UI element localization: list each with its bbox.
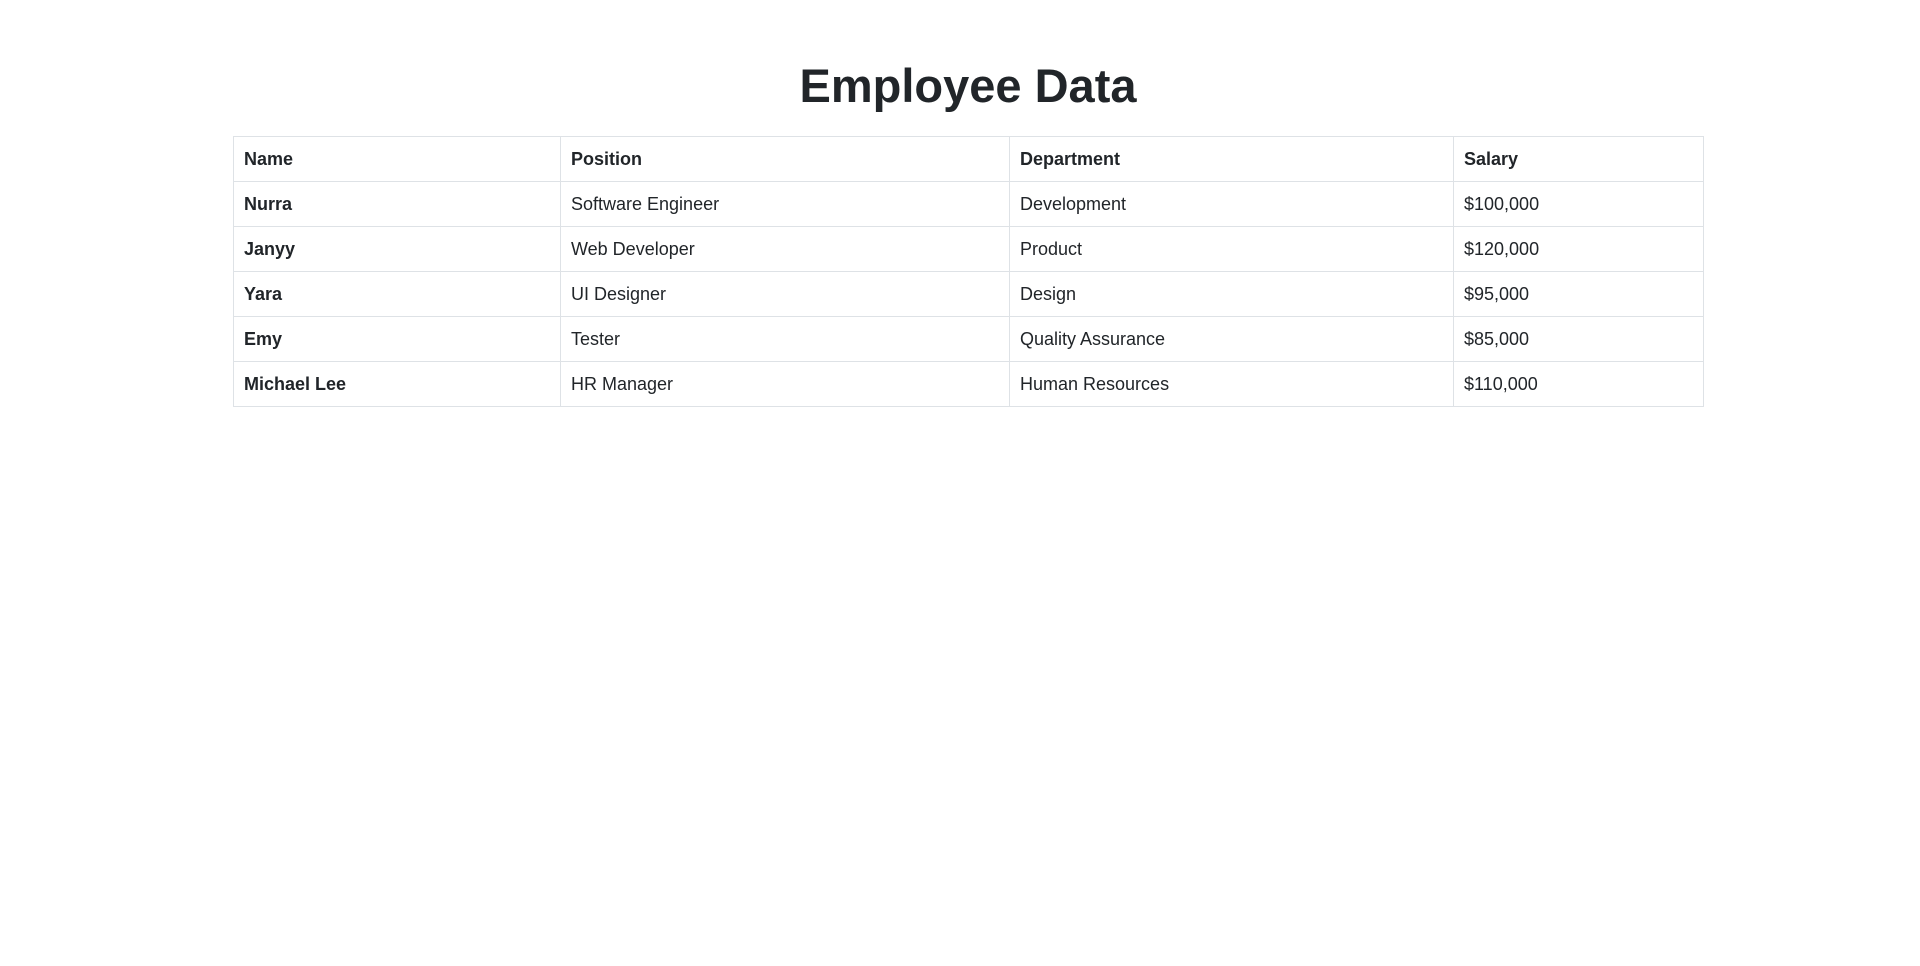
column-header-salary: Salary: [1453, 136, 1704, 182]
cell-department: Development: [1009, 181, 1454, 227]
cell-department: Quality Assurance: [1009, 316, 1454, 362]
table-row: Janyy Web Developer Product $120,000: [233, 226, 1704, 272]
employee-table-container: Name Position Department Salary Nurra So…: [233, 136, 1704, 407]
cell-department: Design: [1009, 271, 1454, 317]
column-header-department: Department: [1009, 136, 1454, 182]
table-row: Yara UI Designer Design $95,000: [233, 271, 1704, 317]
cell-position: Software Engineer: [560, 181, 1010, 227]
cell-position: UI Designer: [560, 271, 1010, 317]
cell-position: Web Developer: [560, 226, 1010, 272]
table-row: Michael Lee HR Manager Human Resources $…: [233, 361, 1704, 407]
cell-name: Nurra: [233, 181, 561, 227]
cell-salary: $110,000: [1453, 361, 1704, 407]
cell-position: HR Manager: [560, 361, 1010, 407]
table-header: Name Position Department Salary: [233, 136, 1704, 182]
cell-department: Human Resources: [1009, 361, 1454, 407]
cell-salary: $95,000: [1453, 271, 1704, 317]
table-header-row: Name Position Department Salary: [233, 136, 1704, 182]
cell-name: Yara: [233, 271, 561, 317]
cell-department: Product: [1009, 226, 1454, 272]
table-row: Emy Tester Quality Assurance $85,000: [233, 316, 1704, 362]
column-header-name: Name: [233, 136, 561, 182]
cell-name: Janyy: [233, 226, 561, 272]
cell-name: Michael Lee: [233, 361, 561, 407]
table-body: Nurra Software Engineer Development $100…: [233, 181, 1704, 407]
cell-salary: $85,000: [1453, 316, 1704, 362]
column-header-position: Position: [560, 136, 1010, 182]
cell-name: Emy: [233, 316, 561, 362]
employee-table: Name Position Department Salary Nurra So…: [233, 136, 1704, 407]
table-row: Nurra Software Engineer Development $100…: [233, 181, 1704, 227]
cell-position: Tester: [560, 316, 1010, 362]
cell-salary: $100,000: [1453, 181, 1704, 227]
cell-salary: $120,000: [1453, 226, 1704, 272]
page-title: Employee Data: [799, 59, 1137, 112]
